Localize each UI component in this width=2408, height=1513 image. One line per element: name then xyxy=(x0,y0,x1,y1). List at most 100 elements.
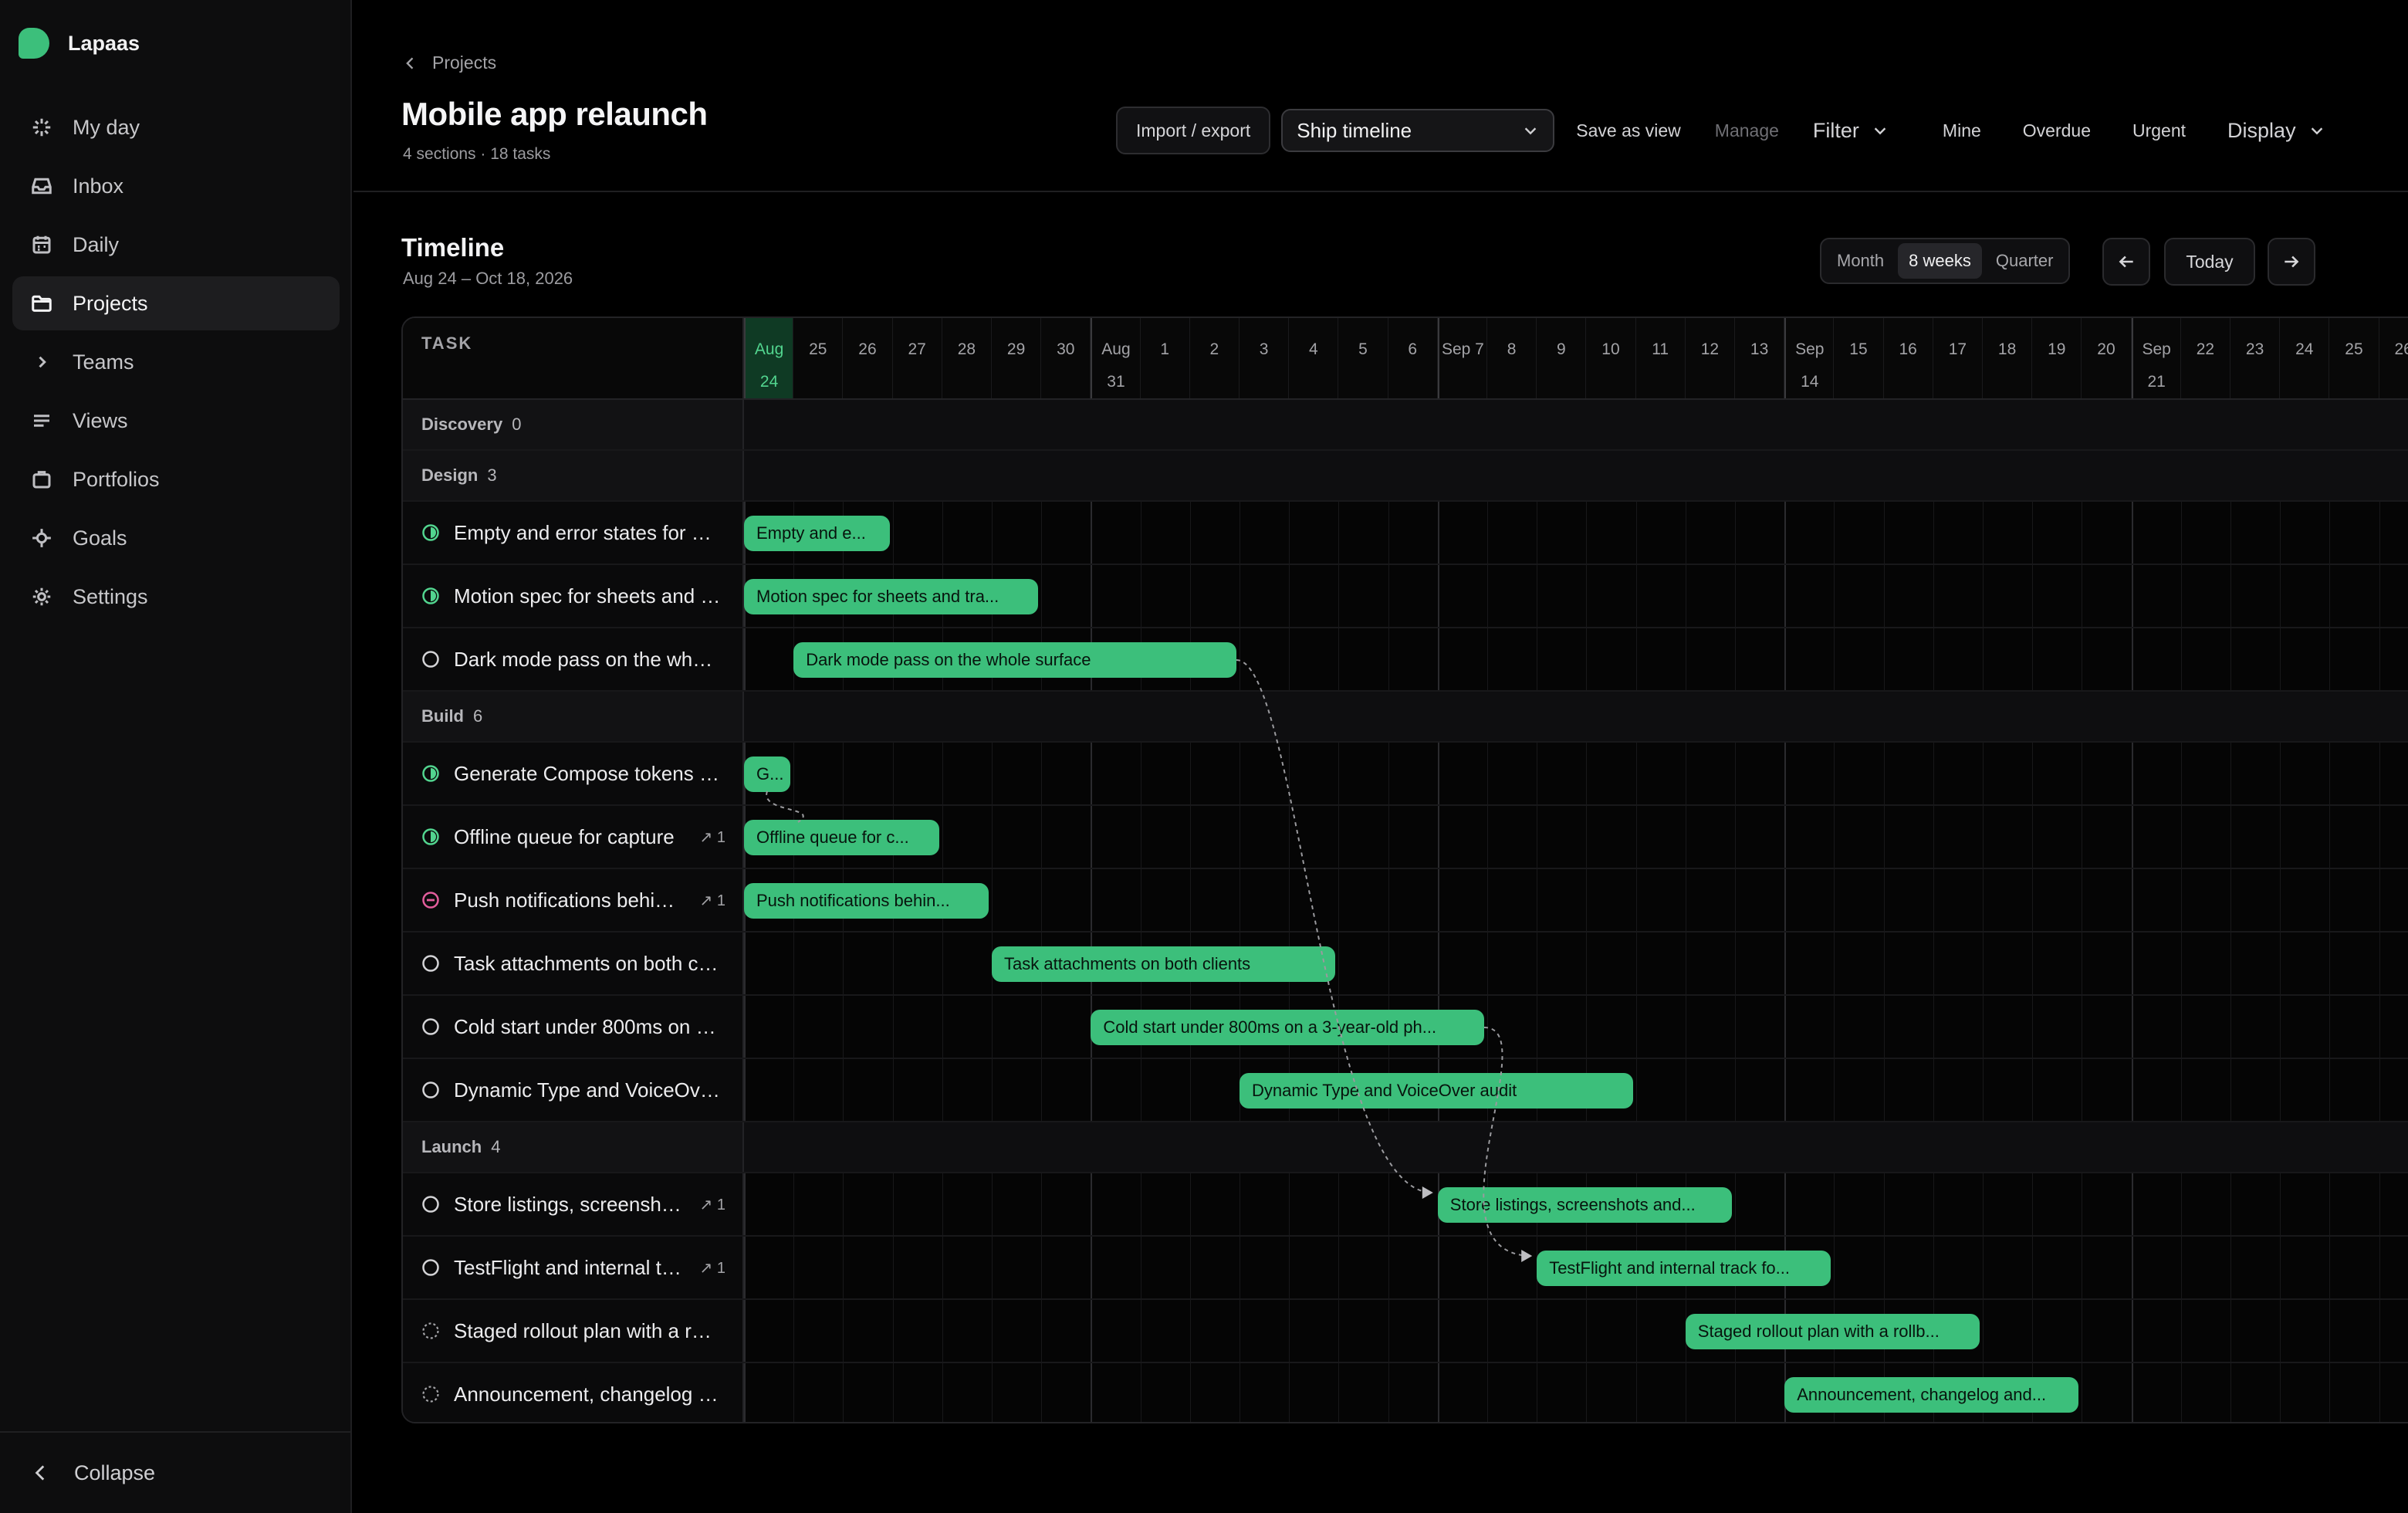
section-header[interactable]: Launch 4 xyxy=(403,1122,744,1172)
task-row[interactable]: Cold start under 800ms on a 3-year-old p… xyxy=(403,996,2408,1059)
task-row[interactable]: Announcement, changelog and blog post Ann… xyxy=(403,1363,2408,1422)
breadcrumb[interactable]: Projects xyxy=(403,52,496,73)
task-row[interactable]: Staged rollout plan with a rollback Stage… xyxy=(403,1300,2408,1363)
next-period-button[interactable] xyxy=(2268,238,2315,286)
todo-status-icon[interactable] xyxy=(421,1081,440,1099)
task-bar[interactable]: Announcement, changelog and... xyxy=(1784,1377,2079,1413)
calendar-icon xyxy=(29,232,54,257)
task-label[interactable]: Store listings, screenshots and copy ↗ 1 xyxy=(403,1173,744,1235)
backlog-status-icon[interactable] xyxy=(421,1322,440,1340)
sidebar-item-my-day[interactable]: My day xyxy=(12,100,340,154)
sidebar-item-daily[interactable]: Daily xyxy=(12,218,340,272)
day-label: 26 xyxy=(858,340,877,358)
urgent-filter-chip[interactable]: Urgent xyxy=(2132,120,2186,141)
section-header[interactable]: Design 3 xyxy=(403,451,744,500)
in-progress-status-icon[interactable] xyxy=(421,523,440,542)
section-row-launch[interactable]: Launch 4 xyxy=(403,1122,2408,1173)
sidebar-item-label: Goals xyxy=(73,526,127,550)
task-bar[interactable]: Staged rollout plan with a rollb... xyxy=(1685,1314,1980,1349)
task-label[interactable]: Push notifications behind a flag ↗ 1 xyxy=(403,869,744,931)
task-bar[interactable]: Empty and e... xyxy=(744,516,890,551)
task-row[interactable]: Push notifications behind a flag↗ 1Push … xyxy=(403,869,2408,933)
task-label[interactable]: Announcement, changelog and blog post xyxy=(403,1363,744,1422)
section-header[interactable]: Discovery 0 xyxy=(403,400,744,449)
task-bar[interactable]: Motion spec for sheets and tra... xyxy=(744,579,1039,614)
in-progress-status-icon[interactable] xyxy=(421,587,440,605)
sidebar-item-goals[interactable]: Goals xyxy=(12,511,340,565)
task-row[interactable]: Dynamic Type and VoiceOver audit Dynamic … xyxy=(403,1059,2408,1122)
in-progress-status-icon[interactable] xyxy=(421,828,440,846)
task-label[interactable]: Cold start under 800ms on a 3-year-old p… xyxy=(403,996,744,1058)
in-progress-status-icon[interactable] xyxy=(421,764,440,783)
task-row[interactable]: Store listings, screenshots and copy↗ 1 S… xyxy=(403,1173,2408,1237)
task-bar[interactable]: Offline queue for c... xyxy=(744,820,939,855)
day-label: 2 xyxy=(1209,340,1219,358)
task-bar[interactable]: Task attachments on both clients xyxy=(992,946,1336,982)
task-label[interactable]: Dynamic Type and VoiceOver audit xyxy=(403,1059,744,1121)
task-row[interactable]: Empty and error states for every screen E… xyxy=(403,502,2408,565)
task-label[interactable]: TestFlight and internal track for QA ↗ 1 xyxy=(403,1237,744,1298)
task-label[interactable]: Dark mode pass on the whole surface xyxy=(403,628,744,690)
breadcrumb-projects[interactable]: Projects xyxy=(432,52,496,73)
day-column-header: 12 xyxy=(1686,318,1735,398)
section-row-build[interactable]: Build 6 xyxy=(403,692,2408,743)
task-bar[interactable]: Dark mode pass on the whole surface xyxy=(793,642,1236,678)
day-label: 18 xyxy=(1997,340,2017,358)
task-bar[interactable]: Cold start under 800ms on a 3-year-old p… xyxy=(1091,1010,1484,1045)
todo-status-icon[interactable] xyxy=(421,1195,440,1213)
zoom-option-8-weeks[interactable]: 8 weeks xyxy=(1898,243,1982,279)
blocked-status-icon[interactable] xyxy=(421,891,440,909)
sidebar-item-label: Portfolios xyxy=(73,467,160,491)
sidebar-item-settings[interactable]: Settings xyxy=(12,570,340,624)
brand[interactable]: Lapaas xyxy=(19,25,140,62)
task-label[interactable]: Staged rollout plan with a rollback xyxy=(403,1300,744,1362)
save-as-view-button[interactable]: Save as view xyxy=(1576,120,1681,141)
task-label[interactable]: Offline queue for capture ↗ 1 xyxy=(403,806,744,868)
day-column-header: 8 xyxy=(1487,318,1537,398)
collapse-button[interactable]: Collapse xyxy=(0,1431,350,1513)
display-button[interactable]: Display xyxy=(2227,119,2325,143)
task-row[interactable]: Dark mode pass on the whole surface Dark … xyxy=(403,628,2408,692)
section-row-design[interactable]: Design 3 xyxy=(403,451,2408,502)
task-row[interactable]: TestFlight and internal track for QA↗ 1T… xyxy=(403,1237,2408,1300)
manage-button[interactable]: Manage xyxy=(1715,120,1779,141)
sidebar-item-inbox[interactable]: Inbox xyxy=(12,159,340,213)
sidebar-item-projects[interactable]: Projects xyxy=(12,276,340,330)
todo-status-icon[interactable] xyxy=(421,954,440,973)
task-bar[interactable]: Push notifications behin... xyxy=(744,883,989,919)
task-label[interactable]: Empty and error states for every screen xyxy=(403,502,744,564)
task-bar[interactable]: TestFlight and internal track fo... xyxy=(1537,1251,1831,1286)
day-column-header: 22 xyxy=(2181,318,2230,398)
task-bar[interactable]: Store listings, screenshots and... xyxy=(1437,1187,1732,1223)
task-row[interactable]: Generate Compose tokens from design G... xyxy=(403,743,2408,806)
task-label[interactable]: Motion spec for sheets and transitions xyxy=(403,565,744,627)
sidebar-item-views[interactable]: Views xyxy=(12,394,340,448)
task-label[interactable]: Generate Compose tokens from design xyxy=(403,743,744,804)
day-label: 25 xyxy=(2345,340,2363,358)
todo-status-icon[interactable] xyxy=(421,1258,440,1277)
task-bar[interactable]: G... xyxy=(744,756,791,792)
task-row[interactable]: Motion spec for sheets and transitions Mo… xyxy=(403,565,2408,628)
zoom-option-month[interactable]: Month xyxy=(1826,243,1895,279)
section-header[interactable]: Build 6 xyxy=(403,692,744,741)
sidebar-item-teams[interactable]: Teams xyxy=(12,335,340,389)
import-export-button[interactable]: Import / export xyxy=(1116,107,1271,154)
task-bar[interactable]: Dynamic Type and VoiceOver audit xyxy=(1240,1073,1633,1109)
task-label[interactable]: Task attachments on both clients xyxy=(403,933,744,994)
backlog-status-icon[interactable] xyxy=(421,1385,440,1403)
task-row[interactable]: Task attachments on both clients Task att… xyxy=(403,933,2408,996)
mine-filter-chip[interactable]: Mine xyxy=(1943,120,1981,141)
todo-status-icon[interactable] xyxy=(421,650,440,668)
previous-period-button[interactable] xyxy=(2102,238,2150,286)
task-row[interactable]: Offline queue for capture ↗ 1 Offline queu… xyxy=(403,806,2408,869)
overdue-filter-chip[interactable]: Overdue xyxy=(2023,120,2091,141)
filter-button[interactable]: Filter xyxy=(1813,119,1889,143)
todo-status-icon[interactable] xyxy=(421,1017,440,1036)
today-button[interactable]: Today xyxy=(2164,238,2255,286)
zoom-option-quarter[interactable]: Quarter xyxy=(1985,243,2065,279)
task-name: TestFlight and internal track for QA xyxy=(454,1255,682,1279)
section-row-discovery[interactable]: Discovery 0 xyxy=(403,400,2408,451)
view-select[interactable]: Ship timeline xyxy=(1281,109,1555,152)
sidebar-item-portfolios[interactable]: Portfolios xyxy=(12,452,340,506)
timeline-grid: TASK Aug 24 25 26 27 28 29 30 Aug 31 1 2 3 4 5 6 Sep 789… xyxy=(401,316,2408,1423)
